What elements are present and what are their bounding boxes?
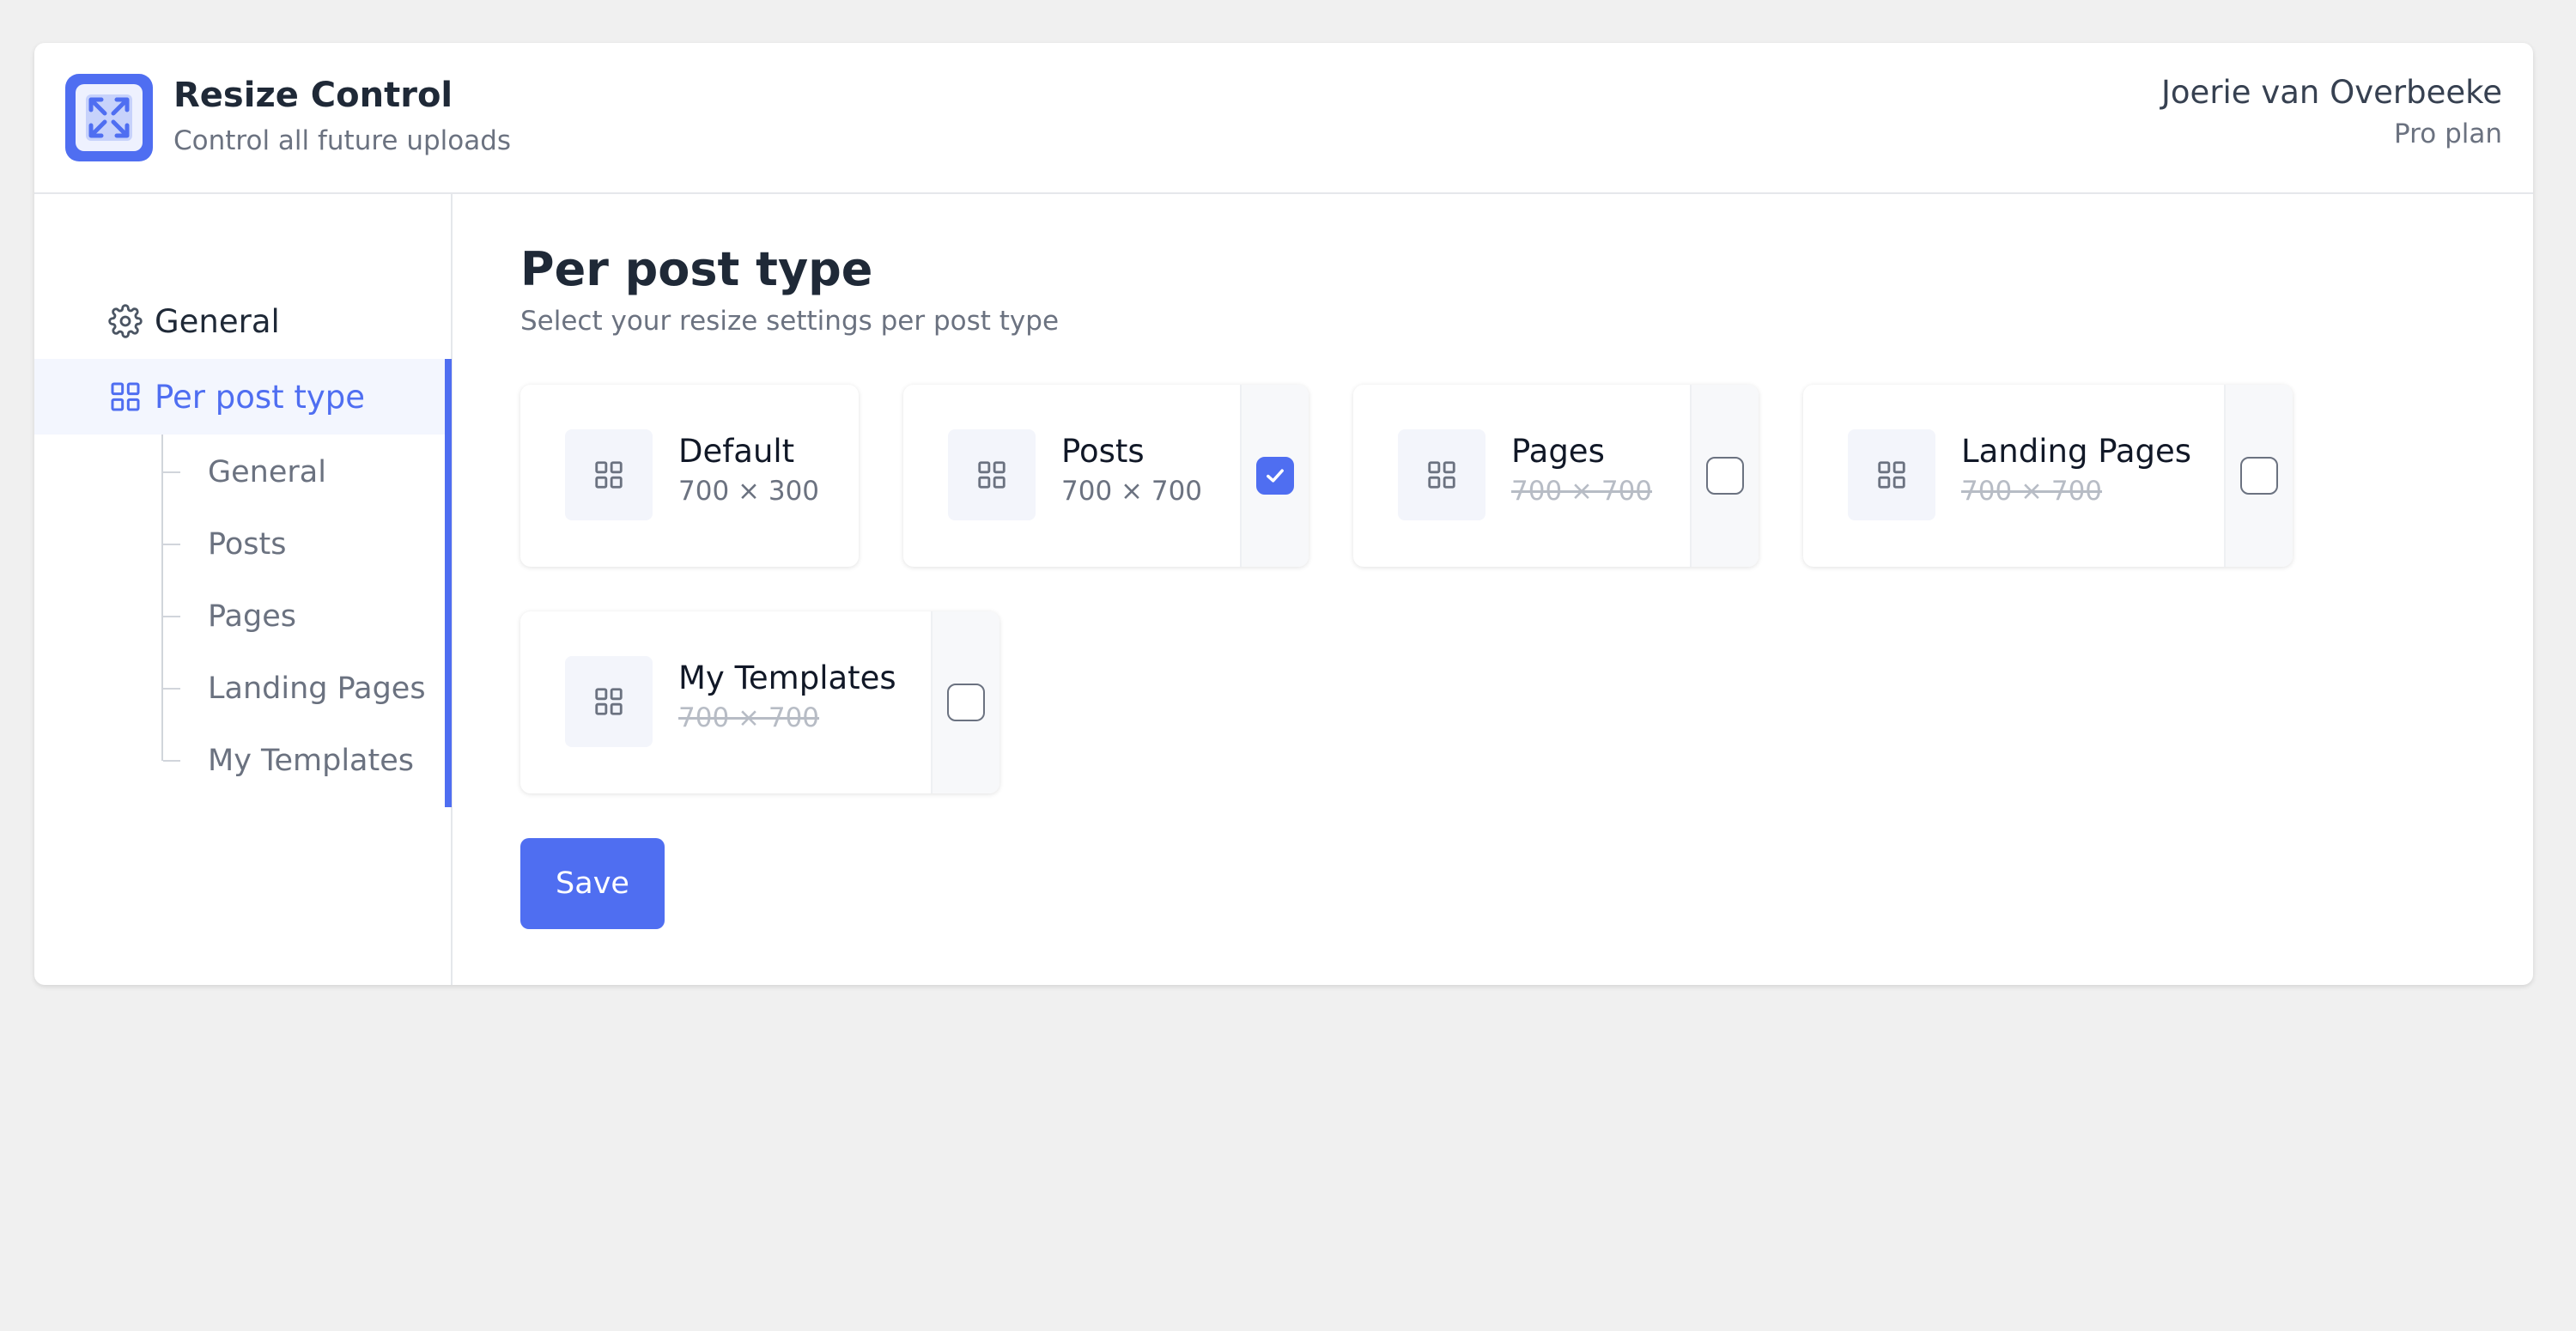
save-button[interactable]: Save [520,838,665,929]
grid-icon [1398,429,1485,520]
subnav-item-label: My Templates [208,744,414,778]
card-size: 700 × 700 [1511,476,1653,507]
post-type-card-pages: Pages 700 × 700 [1353,385,1759,567]
subnav-item-label: Posts [208,527,287,562]
sidebar-item-label: Per post type [155,378,366,416]
subnav-item-label: Landing Pages [208,672,426,706]
user-plan: Pro plan [2394,119,2502,149]
sidebar-item-per-post-type[interactable]: Per post type [34,359,452,435]
my-templates-checkbox[interactable] [947,684,985,721]
grid-icon [111,382,140,411]
tree-tick [163,471,180,473]
tree-tick [163,544,180,545]
sidebar-item-general[interactable]: General [34,283,452,359]
sidebar: General Per post type General Posts Page… [34,43,452,834]
tree-tick [163,688,180,690]
subnav-item-pages[interactable]: Pages [163,591,296,642]
card-size: 700 × 700 [678,702,820,733]
grid-icon [565,429,653,520]
card-title: Pages [1511,433,1605,470]
card-size: 700 × 700 [1061,476,1203,507]
card-title: Landing Pages [1961,433,2192,470]
post-type-card-default: Default 700 × 300 [520,385,859,567]
subnav-item-general[interactable]: General [163,447,326,498]
card-size: 700 × 700 [1961,476,2103,507]
card-title: Posts [1061,433,1145,470]
active-indicator [445,359,452,807]
check-icon [1267,469,1284,483]
page-title: Per post type [520,242,873,296]
subnav-item-posts[interactable]: Posts [163,519,286,570]
subnav-item-my-templates[interactable]: My Templates [163,735,414,787]
tree-tick [163,760,180,762]
user-name: Joerie van Overbeeke [2161,74,2502,111]
sidebar-item-label: General [155,302,280,340]
grid-icon [1848,429,1935,520]
post-type-card-my-templates: My Templates 700 × 700 [520,611,999,793]
grid-icon [948,429,1036,520]
post-type-card-landing-pages: Landing Pages 700 × 700 [1803,385,2293,567]
post-type-card-posts: Posts 700 × 700 [903,385,1309,567]
tree-tick [163,616,180,617]
subnav-item-landing-pages[interactable]: Landing Pages [163,663,426,714]
subnav-item-label: General [208,455,326,489]
landing-pages-checkbox[interactable] [2240,457,2278,495]
my-templates-checkbox-zone[interactable] [931,611,999,793]
landing-pages-checkbox-zone[interactable] [2224,385,2293,567]
card-title: My Templates [678,659,896,696]
page-subtitle: Select your resize settings per post typ… [520,306,1060,337]
grid-icon [565,656,653,747]
pages-checkbox-zone[interactable] [1690,385,1759,567]
gear-icon [108,304,143,338]
settings-panel: Resize Control Control all future upload… [34,43,2533,985]
posts-checkbox-zone[interactable] [1240,385,1309,567]
card-size: 700 × 300 [678,476,820,507]
card-title: Default [678,433,795,470]
posts-checkbox[interactable] [1256,457,1294,495]
subnav-item-label: Pages [208,599,296,634]
pages-checkbox[interactable] [1706,457,1744,495]
